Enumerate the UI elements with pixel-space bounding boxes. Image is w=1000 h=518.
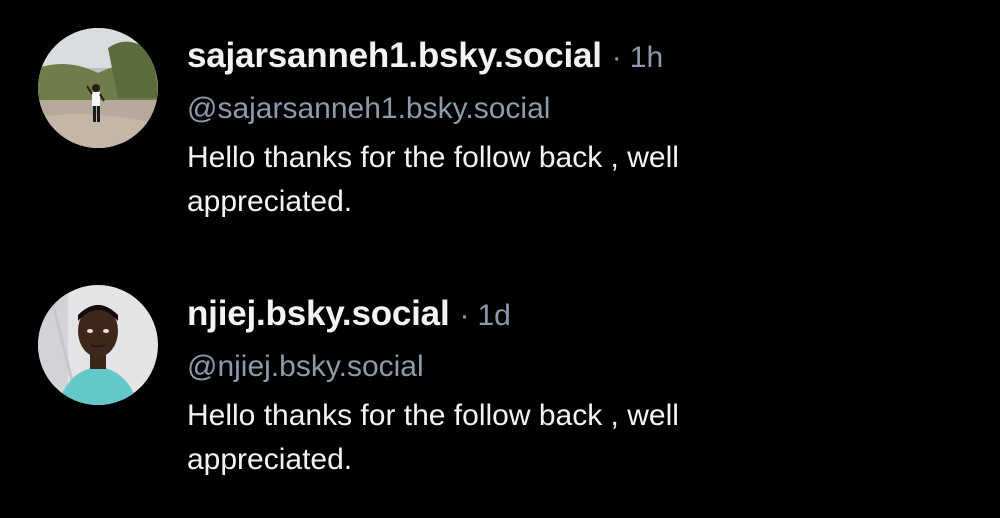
post-header: njiej.bsky.social · 1d [187, 294, 960, 338]
separator-dot: · [459, 299, 470, 332]
user-handle[interactable]: @njiej.bsky.social [187, 348, 960, 386]
display-name[interactable]: njiej.bsky.social [187, 294, 450, 334]
post-content: njiej.bsky.social · 1d @njiej.bsky.socia… [187, 294, 960, 482]
timestamp[interactable]: 1d [477, 299, 510, 333]
avatar[interactable] [38, 285, 158, 405]
avatar-photo-selfie-icon [38, 285, 158, 405]
avatar[interactable] [38, 28, 158, 148]
display-name[interactable]: sajarsanneh1.bsky.social [187, 36, 602, 76]
post-text: Hello thanks for the follow back , well … [187, 399, 679, 476]
post-item[interactable]: sajarsanneh1.bsky.social · 1h @sajarsann… [0, 0, 1000, 258]
timestamp[interactable]: 1h [630, 41, 663, 75]
separator-dot: · [611, 41, 622, 74]
post-text: Hello thanks for the follow back , well … [187, 141, 679, 218]
avatar-photo-person-outdoors-icon [38, 28, 158, 148]
post-item[interactable]: njiej.bsky.social · 1d @njiej.bsky.socia… [0, 258, 1000, 518]
post-content: sajarsanneh1.bsky.social · 1h @sajarsann… [187, 36, 960, 224]
post-header: sajarsanneh1.bsky.social · 1h [187, 36, 960, 80]
user-handle[interactable]: @sajarsanneh1.bsky.social [187, 90, 960, 128]
